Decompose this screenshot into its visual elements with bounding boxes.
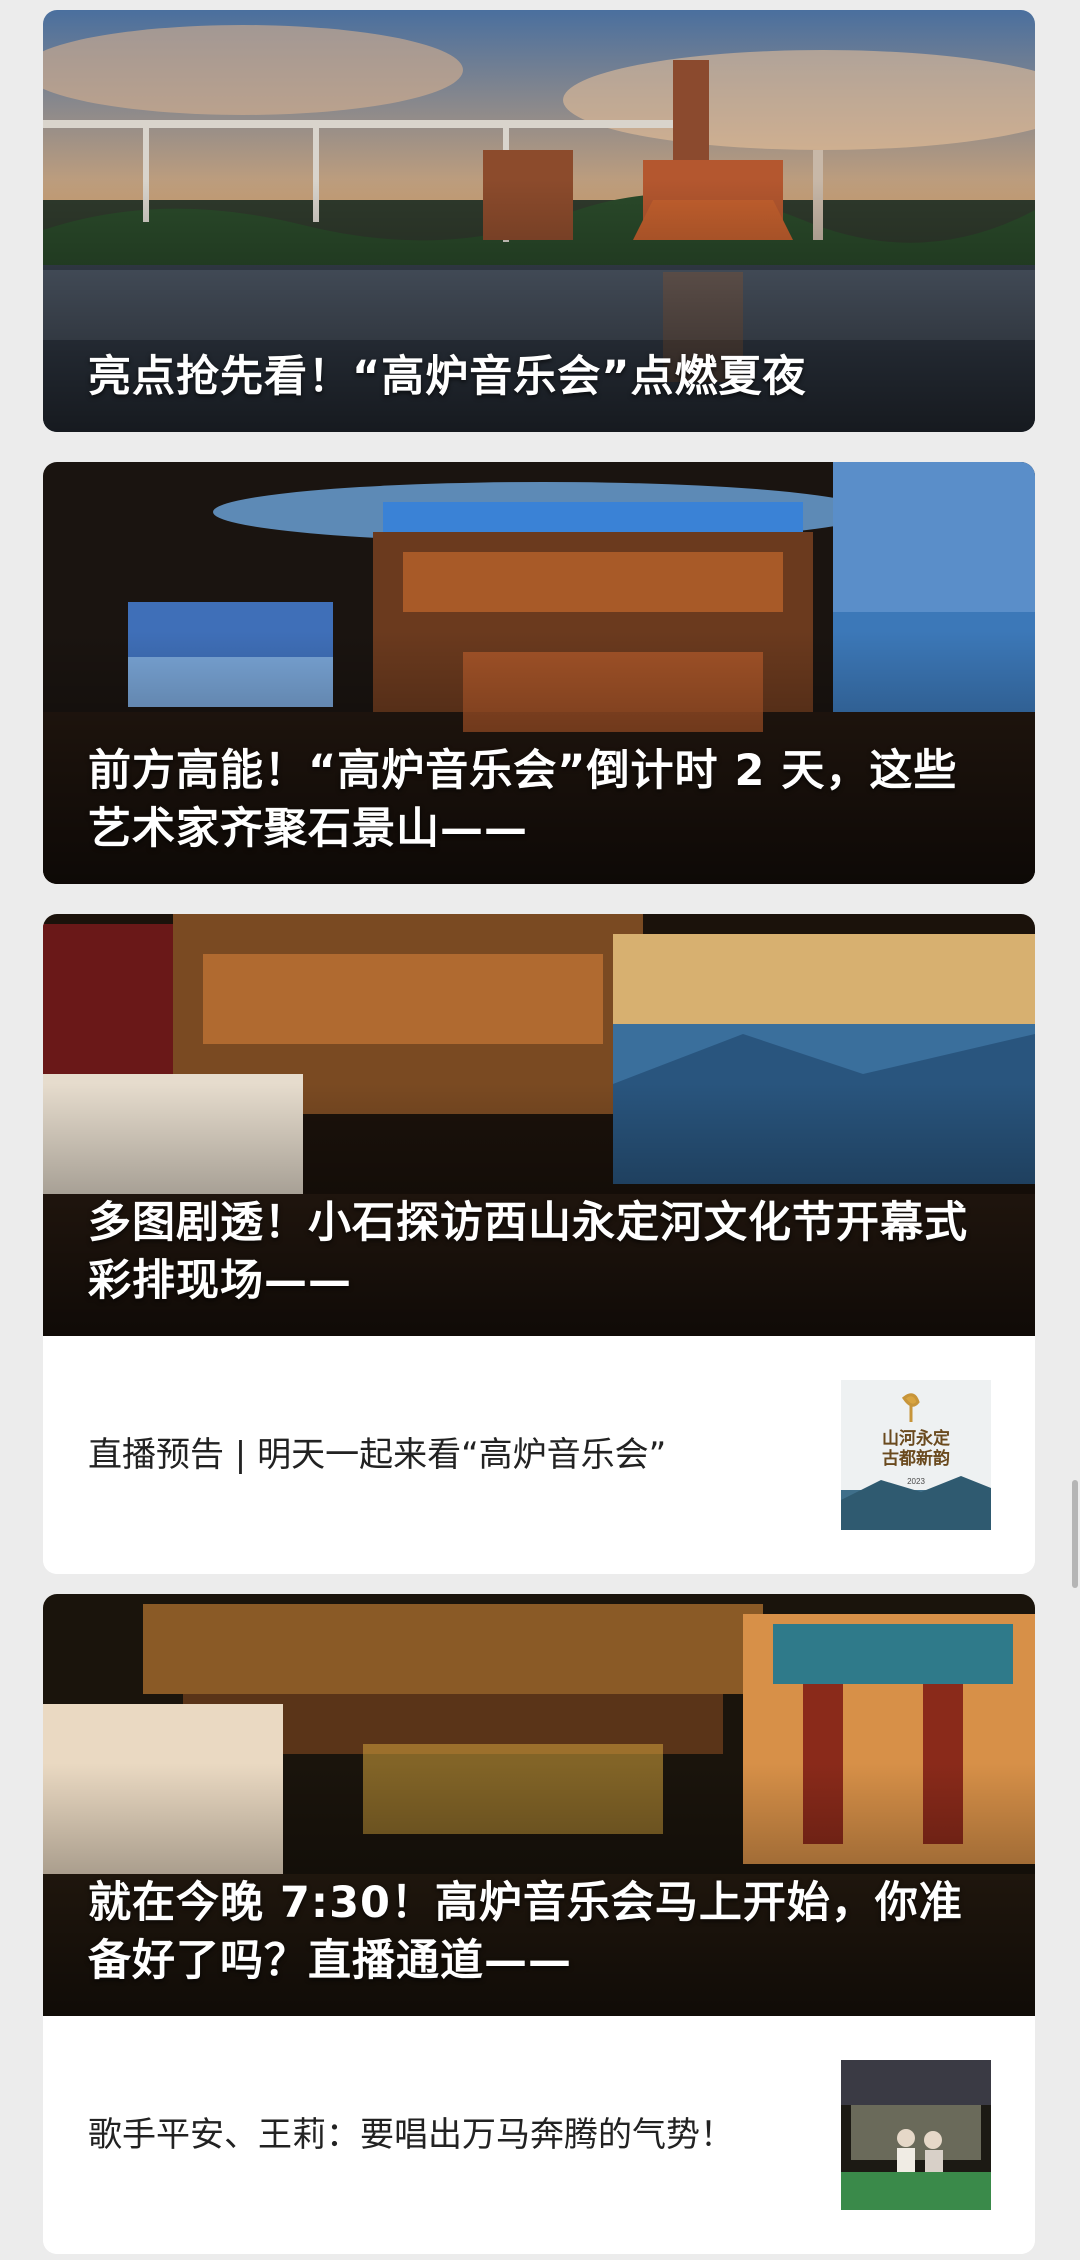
article-list-item[interactable]: 直播预告 | 明天一起来看“高炉音乐会” 山河永定 古都新韵 2023	[43, 1336, 1035, 1574]
article-title: 亮点抢先看！“高炉音乐会”点燃夏夜	[88, 352, 807, 402]
thumbnail-text: 古都新韵	[882, 1448, 950, 1468]
article-title: 歌手平安、王莉：要唱出万马奔腾的气势！	[88, 2115, 734, 2155]
article-hero[interactable]: 前方高能！“高炉音乐会”倒计时 2 天，这些艺术家齐聚石景山——	[43, 462, 1035, 884]
article-card[interactable]: 前方高能！“高炉音乐会”倒计时 2 天，这些艺术家齐聚石景山——	[43, 462, 1035, 884]
article-title: 直播预告 | 明天一起来看“高炉音乐会”	[88, 1435, 667, 1475]
article-thumbnail: 山河永定 古都新韵 2023	[841, 1380, 991, 1530]
article-hero[interactable]: 亮点抢先看！“高炉音乐会”点燃夏夜	[43, 10, 1035, 432]
article-feed: 亮点抢先看！“高炉音乐会”点燃夏夜 前方高能！“高炉音乐会”倒计时 2 天，这些…	[0, 0, 1080, 2260]
thumbnail-text: 山河永定	[882, 1428, 950, 1448]
article-thumbnail	[841, 2060, 991, 2210]
scrollbar[interactable]	[1072, 1480, 1078, 1588]
article-title: 前方高能！“高炉音乐会”倒计时 2 天，这些艺术家齐聚石景山——	[88, 746, 958, 854]
article-list-item[interactable]: 歌手平安、王莉：要唱出万马奔腾的气势！	[43, 2016, 1035, 2254]
article-hero[interactable]: 就在今晚 7:30！高炉音乐会马上开始，你准备好了吗？直播通道——	[43, 1594, 1035, 2016]
article-title: 就在今晚 7:30！高炉音乐会马上开始，你准备好了吗？直播通道——	[88, 1878, 963, 1986]
article-card[interactable]: 亮点抢先看！“高炉音乐会”点燃夏夜	[43, 10, 1035, 432]
article-card[interactable]: 多图剧透！小石探访西山永定河文化节开幕式彩排现场—— 直播预告 | 明天一起来看…	[43, 914, 1035, 1574]
article-title: 多图剧透！小石探访西山永定河文化节开幕式彩排现场——	[88, 1198, 968, 1306]
article-hero[interactable]: 多图剧透！小石探访西山永定河文化节开幕式彩排现场——	[43, 914, 1035, 1336]
thumbnail-text: 2023	[907, 1477, 925, 1486]
article-card[interactable]: 就在今晚 7:30！高炉音乐会马上开始，你准备好了吗？直播通道—— 歌手平安、王…	[43, 1594, 1035, 2254]
